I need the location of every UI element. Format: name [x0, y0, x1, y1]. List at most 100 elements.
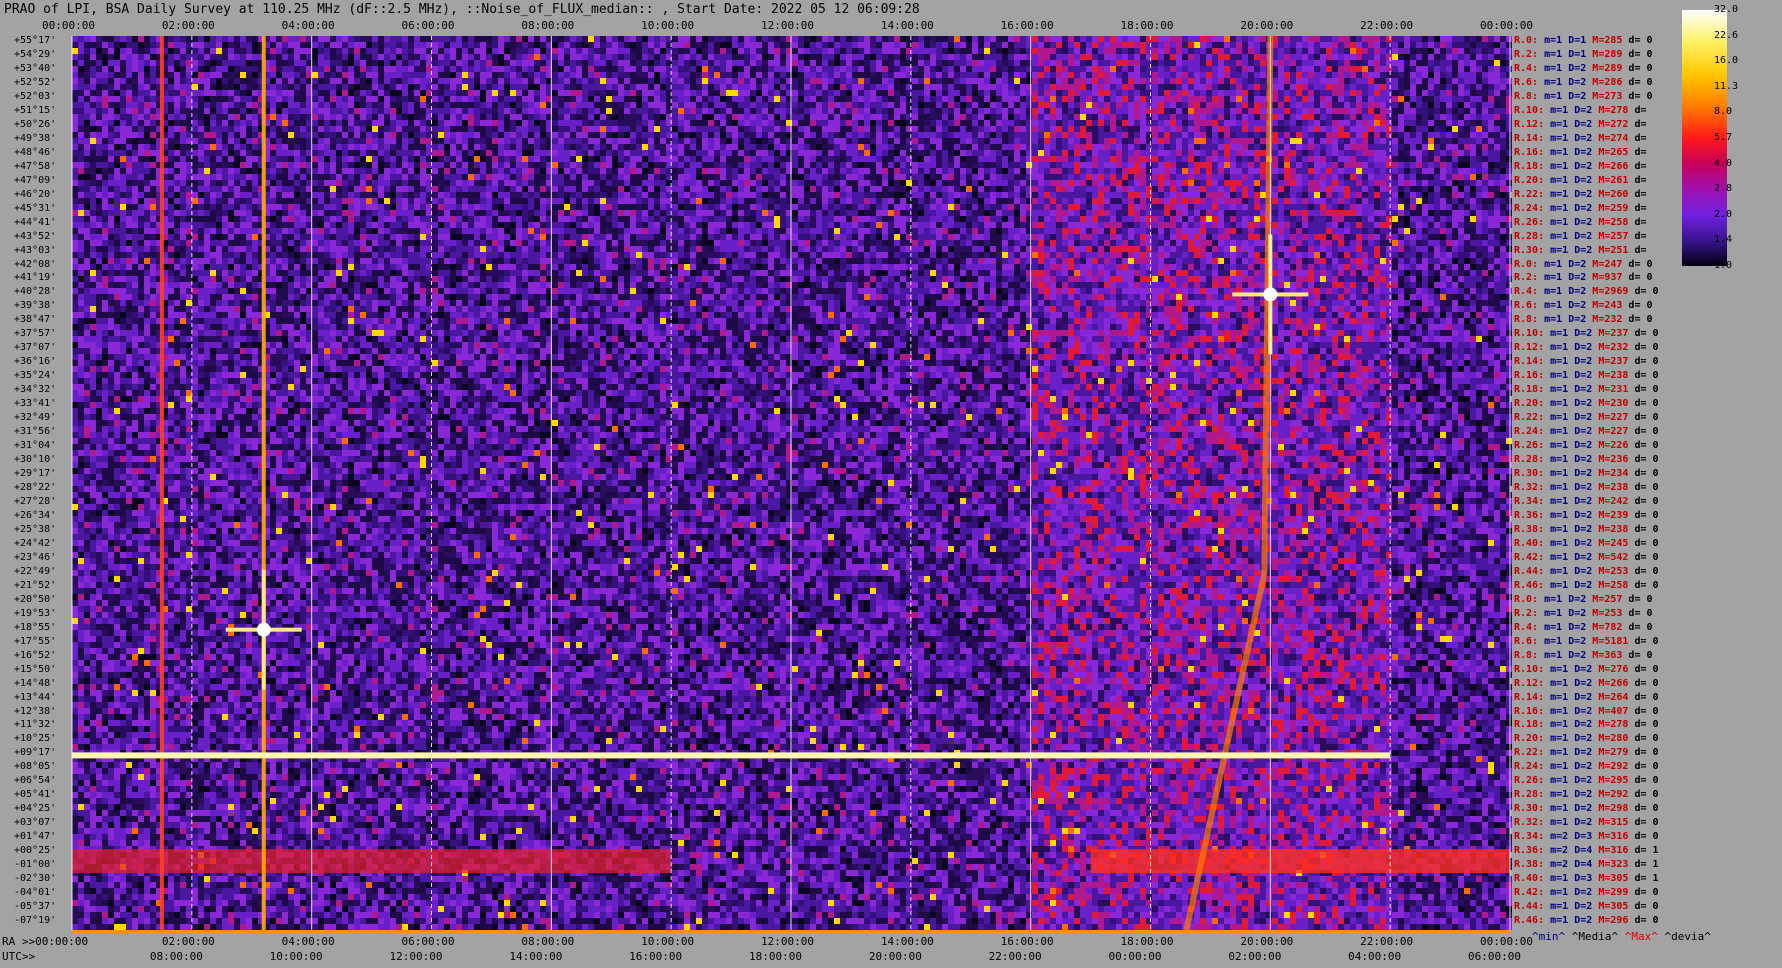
- heatmap-cell: [270, 474, 276, 480]
- heatmap-cell: [102, 492, 108, 498]
- heatmap-cell: [138, 894, 144, 900]
- heatmap-cell: [102, 36, 108, 42]
- heatmap-cell: [168, 774, 174, 780]
- heatmap-cell: [150, 618, 156, 624]
- heatmap-cell: [240, 288, 246, 294]
- heatmap-cell: [216, 618, 222, 624]
- heatmap-cell: [108, 330, 114, 336]
- heatmap-cell: [174, 354, 180, 360]
- heatmap-cell: [210, 726, 216, 732]
- heatmap-cell: [120, 792, 126, 798]
- heatmap-cell: [150, 762, 156, 768]
- heatmap-cell: [282, 816, 288, 822]
- heatmap-cell: [174, 570, 180, 576]
- heatmap-cell: [234, 390, 240, 396]
- heatmap-cell: [180, 690, 186, 696]
- heatmap-cell: [198, 906, 204, 912]
- heatmap-cell: [228, 726, 234, 732]
- heatmap-cell: [90, 402, 96, 408]
- heatmap-cell: [276, 180, 282, 186]
- heatmap-cell: [84, 216, 90, 222]
- heatmap-cell: [192, 42, 198, 48]
- heatmap-cell: [72, 804, 78, 810]
- heatmap-cell: [78, 588, 84, 594]
- heatmap-cell: [204, 312, 210, 318]
- heatmap-cell: [84, 678, 90, 684]
- heatmap-cell: [276, 684, 282, 690]
- heatmap-cell: [72, 786, 78, 792]
- heatmap-cell: [204, 792, 210, 798]
- heatmap-cell: [150, 678, 156, 684]
- heatmap-cell: [186, 390, 192, 396]
- heatmap-cell: [114, 558, 120, 564]
- heatmap-cell: [204, 444, 210, 450]
- heatmap-cell: [216, 906, 222, 912]
- heatmap-cell: [120, 294, 126, 300]
- heatmap-cell: [276, 414, 282, 420]
- heatmap-cell: [198, 708, 204, 714]
- heatmap-cell: [252, 426, 258, 432]
- heatmap-cell: [228, 300, 234, 306]
- heatmap-cell: [198, 72, 204, 78]
- heatmap-cell: [96, 192, 102, 198]
- heatmap-cell: [108, 474, 114, 480]
- heatmap-cell: [276, 450, 282, 456]
- heatmap-cell: [96, 486, 102, 492]
- heatmap-cell: [180, 120, 186, 126]
- heatmap-cell: [252, 492, 258, 498]
- heatmap-cell: [192, 174, 198, 180]
- heatmap-cell: [222, 174, 228, 180]
- heatmap-cell: [246, 408, 252, 414]
- heatmap-cell: [210, 474, 216, 480]
- heatmap-cell: [192, 90, 198, 96]
- heatmap-cell: [198, 576, 204, 582]
- heatmap-cell: [120, 696, 126, 702]
- heatmap-cell: [252, 600, 258, 606]
- heatmap-cell: [174, 642, 180, 648]
- heatmap-cell: [72, 414, 78, 420]
- heatmap-cell: [174, 564, 180, 570]
- heatmap-cell: [84, 252, 90, 258]
- heatmap-cell: [120, 720, 126, 726]
- heatmap-cell: [90, 816, 96, 822]
- heatmap-cell: [126, 270, 132, 276]
- heatmap-cell: [198, 426, 204, 432]
- heatmap-cell: [198, 174, 204, 180]
- heatmap-cell: [144, 84, 150, 90]
- heatmap-cell: [204, 144, 210, 150]
- heatmap-cell: [192, 144, 198, 150]
- heatmap-cell: [90, 528, 96, 534]
- heatmap-cell: [78, 726, 84, 732]
- heatmap-cell: [186, 570, 192, 576]
- heatmap-cell: [90, 684, 96, 690]
- heatmap-cell: [276, 558, 282, 564]
- heatmap-cell: [192, 672, 198, 678]
- heatmap-cell: [276, 906, 282, 912]
- heatmap-cell: [90, 798, 96, 804]
- heatmap-cell: [222, 246, 228, 252]
- heatmap-cell: [120, 474, 126, 480]
- heatmap-cell: [102, 678, 108, 684]
- heatmap-cell: [78, 816, 84, 822]
- heatmap-cell: [240, 726, 246, 732]
- heatmap-cell: [186, 900, 192, 906]
- heatmap-cell: [174, 396, 180, 402]
- heatmap-cell: [186, 720, 192, 726]
- heatmap-cell: [276, 528, 282, 534]
- heatmap-cell: [168, 132, 174, 138]
- heatmap-cell: [186, 378, 192, 384]
- heatmap-cell: [138, 252, 144, 258]
- heatmap-cell: [210, 498, 216, 504]
- heatmap-cell: [78, 408, 84, 414]
- heatmap-cell: [252, 258, 258, 264]
- heatmap-cell: [138, 318, 144, 324]
- heatmap-cell: [216, 318, 222, 324]
- heatmap-cell: [282, 582, 288, 588]
- heatmap-cell: [270, 444, 276, 450]
- heatmap-cell: [210, 606, 216, 612]
- heatmap-cell: [186, 222, 192, 228]
- heatmap-cell: [102, 342, 108, 348]
- heatmap-cell: [228, 810, 234, 816]
- heatmap-cell: [246, 468, 252, 474]
- heatmap-cell: [276, 210, 282, 216]
